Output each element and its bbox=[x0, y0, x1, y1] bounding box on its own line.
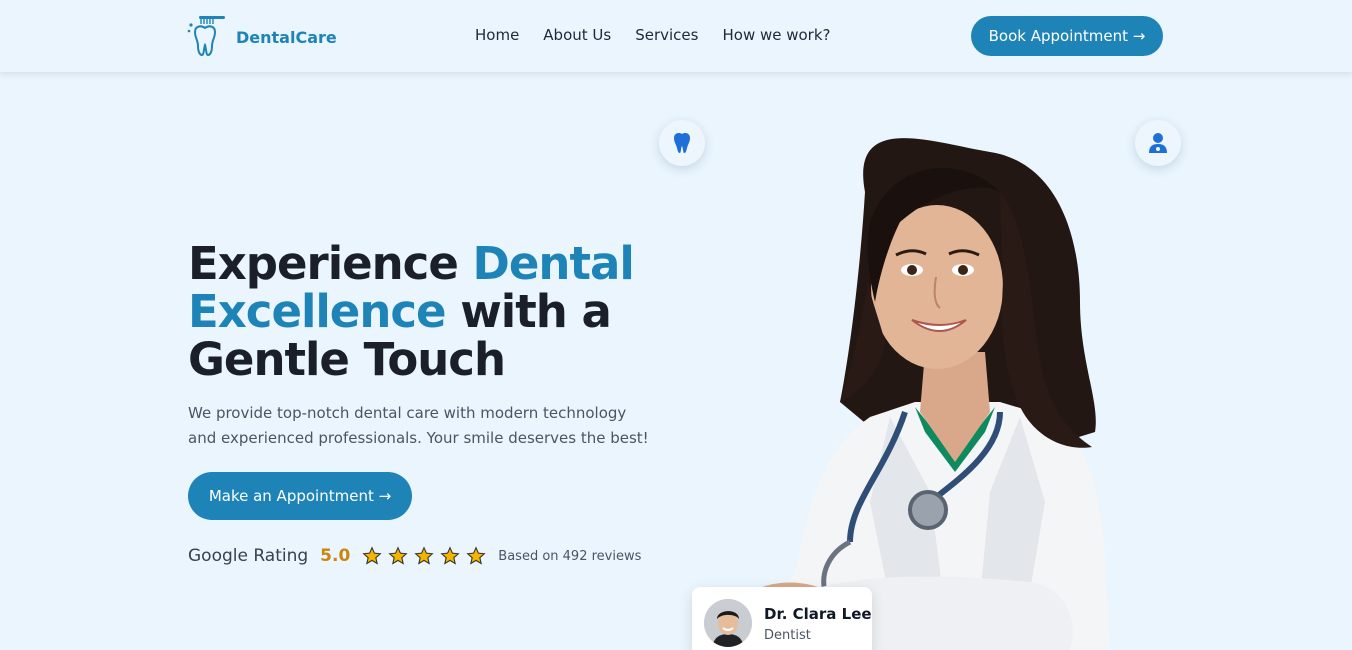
rating-score: 5.0 bbox=[320, 546, 351, 566]
nav-home[interactable]: Home bbox=[475, 26, 519, 44]
book-appointment-button[interactable]: Book Appointment → bbox=[971, 16, 1163, 56]
hero-title: Experience Dental Excellence with a Gent… bbox=[188, 240, 658, 384]
brand-name: DentalCare bbox=[236, 27, 337, 47]
brand-logo[interactable]: DentalCare bbox=[186, 14, 337, 58]
doctor-card[interactable]: Dr. Clara Lee Dentist bbox=[692, 587, 872, 650]
review-count: Based on 492 reviews bbox=[498, 548, 642, 564]
star-icon bbox=[414, 546, 434, 565]
rating-stars bbox=[362, 546, 492, 566]
site-header: DentalCare Home About Us Services How we… bbox=[0, 0, 1352, 72]
star-icon bbox=[362, 546, 382, 565]
hero-title-part1: Experience bbox=[188, 237, 473, 290]
star-icon bbox=[440, 546, 460, 565]
doctor-avatar bbox=[704, 599, 752, 647]
hero-description: We provide top-notch dental care with mo… bbox=[188, 404, 649, 447]
doctor-badge bbox=[1135, 120, 1181, 166]
nav-services[interactable]: Services bbox=[635, 26, 698, 44]
nav-about-us[interactable]: About Us bbox=[543, 26, 611, 44]
tooth-badge bbox=[659, 120, 705, 166]
nav-how-we-work[interactable]: How we work? bbox=[722, 26, 830, 44]
star-icon bbox=[388, 546, 408, 565]
tooth-icon bbox=[674, 133, 690, 153]
doctor-role: Dentist bbox=[764, 628, 811, 643]
tooth-logo-icon bbox=[187, 16, 225, 57]
make-appointment-button[interactable]: Make an Appointment → bbox=[188, 472, 412, 520]
main-nav: Home About Us Services How we work? bbox=[475, 26, 855, 44]
doctor-name: Dr. Clara Lee bbox=[764, 605, 872, 623]
doctor-icon bbox=[1149, 133, 1167, 153]
star-icon bbox=[466, 546, 486, 565]
google-rating: Google Rating 5.0 Based on 492 reviews bbox=[188, 546, 641, 566]
rating-label: Google Rating bbox=[188, 546, 309, 566]
